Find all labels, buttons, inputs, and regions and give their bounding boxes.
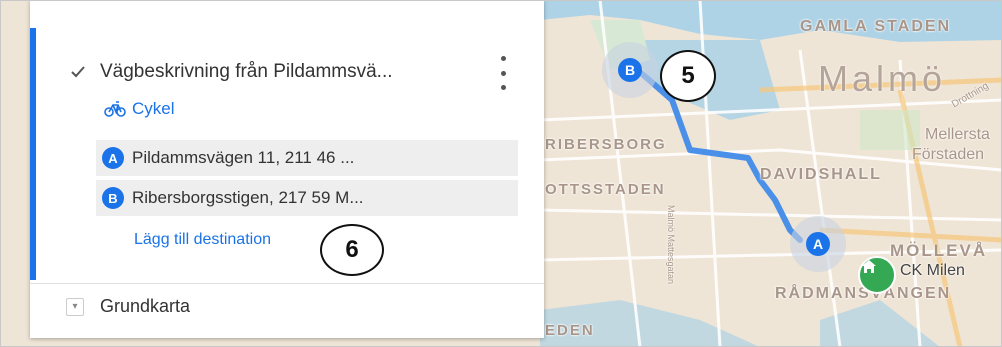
travel-mode-label[interactable]: Cykel: [132, 99, 175, 119]
map-label-gamla-staden: GAMLA STADEN: [800, 18, 952, 35]
expand-icon[interactable]: ▾: [66, 297, 84, 316]
panel-divider: [30, 283, 544, 284]
base-map-title[interactable]: Grundkarta: [100, 296, 190, 317]
layers-panel: Vägbeskrivning från Pildammsvä... Cykel …: [30, 0, 544, 338]
map-label-forstaden: Förstaden: [912, 146, 985, 163]
stop-a[interactable]: A Pildammsvägen 11, 211 46 ...: [96, 140, 518, 176]
home-marker[interactable]: [858, 256, 896, 294]
map-editor-view: GAMLA STADEN Malmö RIBERSBORG DAVIDSHALL…: [0, 0, 1002, 347]
map-label-ottsstaden: OTTSSTADEN: [545, 181, 666, 198]
add-destination-link[interactable]: Lägg till destination: [134, 231, 271, 249]
home-icon: [862, 260, 876, 273]
stop-b-pin: B: [102, 187, 124, 209]
map-label-ribersborg: RIBERSBORG: [545, 136, 667, 153]
map-road-label: Malmö Mattesgatan: [666, 205, 676, 285]
selected-layer-accent: [30, 28, 36, 280]
map-label-city: Malmö: [818, 58, 947, 99]
map-pin-a[interactable]: A: [806, 232, 830, 256]
map-pin-b[interactable]: B: [618, 58, 642, 82]
directions-layer-row[interactable]: Vägbeskrivning från Pildammsvä...: [68, 54, 393, 90]
bicycle-icon: [104, 101, 126, 117]
callout-6: 6: [320, 224, 384, 276]
map-label-eden: EDEN: [545, 322, 595, 339]
base-map-row[interactable]: ▾ Grundkarta: [66, 296, 190, 317]
map-label-mellersta: Mellersta: [925, 126, 990, 143]
map-label-mollevangen: MÖLLEVÅ: [890, 241, 988, 260]
stop-a-pin: A: [102, 147, 124, 169]
more-vert-icon[interactable]: [498, 56, 508, 90]
stop-a-address: Pildammsvägen 11, 211 46 ...: [132, 148, 355, 167]
home-marker-label: CK Milen: [900, 262, 965, 279]
travel-mode[interactable]: Cykel: [104, 99, 175, 119]
stop-b-address: Ribersborgsstigen, 217 59 M...: [132, 188, 364, 207]
directions-layer-title[interactable]: Vägbeskrivning från Pildammsvä...: [100, 61, 393, 83]
map-label-davidshall: DAVIDSHALL: [760, 166, 882, 183]
stop-b[interactable]: B Ribersborgsstigen, 217 59 M...: [96, 180, 518, 216]
checkbox-checked-icon[interactable]: [68, 62, 88, 82]
callout-5: 5: [660, 50, 716, 102]
